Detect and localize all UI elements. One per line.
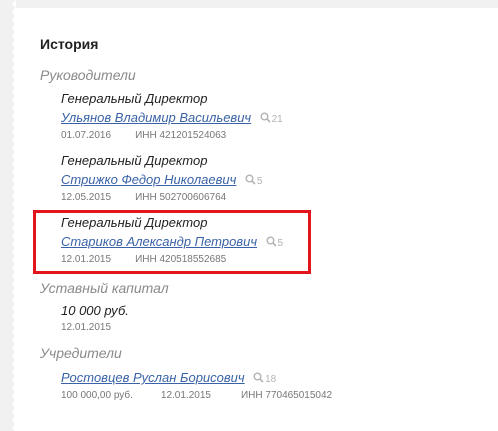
- highlight-box: [33, 210, 311, 274]
- director-role: Генеральный Директор: [61, 153, 208, 168]
- director-name-link[interactable]: Стрижко Федор Николаевич: [61, 172, 236, 187]
- founder-share: 100 000,00 руб.: [61, 390, 133, 401]
- founder-inn: ИНН 770465015042: [240, 390, 333, 401]
- founder-entry: Ростовцев Руслан Борисович 18 100 000,00…: [61, 368, 461, 404]
- search-count: 5: [256, 176, 263, 187]
- search-icon[interactable]: [253, 369, 264, 389]
- directors-heading: Руководители: [40, 67, 136, 83]
- search-count: 21: [271, 114, 283, 125]
- director-name-link[interactable]: Ульянов Владимир Васильевич: [61, 110, 251, 125]
- director-entry: Генеральный Директор Ульянов Владимир Ва…: [61, 90, 401, 144]
- director-entry: Генеральный Директор Стрижко Федор Никол…: [61, 152, 401, 206]
- founder-date: 12.01.2015: [160, 390, 211, 401]
- capital-heading: Уставный капитал: [40, 280, 169, 296]
- director-date: 01.07.2016: [61, 130, 112, 141]
- search-count: 18: [265, 374, 277, 385]
- founders-heading: Учредители: [40, 345, 122, 361]
- director-inn: ИНН 421201524063: [135, 130, 227, 141]
- capital-amount: 10 000 руб.: [61, 303, 129, 318]
- director-inn: ИНН 502700606764: [135, 192, 227, 203]
- capital-date: 12.01.2015: [61, 322, 112, 333]
- director-role: Генеральный Директор: [61, 91, 208, 106]
- history-title: История: [40, 36, 99, 52]
- search-icon[interactable]: [260, 109, 271, 129]
- director-date: 12.05.2015: [61, 192, 112, 203]
- search-icon[interactable]: [245, 171, 256, 191]
- capital-entry: 10 000 руб. 12.01.2015: [61, 302, 401, 336]
- founder-name-link[interactable]: Ростовцев Руслан Борисович: [61, 370, 245, 385]
